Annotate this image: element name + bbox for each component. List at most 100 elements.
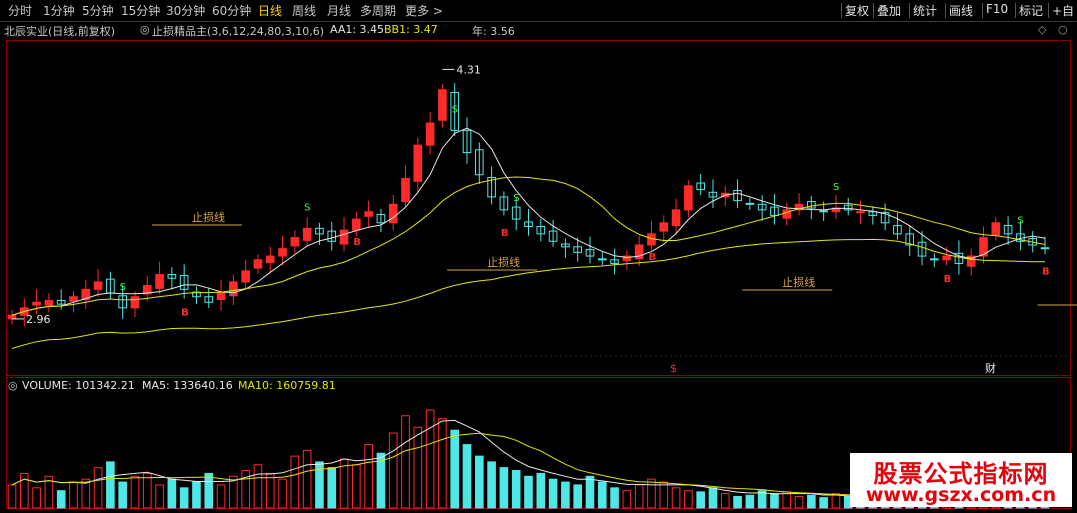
candle[interactable] — [364, 211, 373, 217]
candle[interactable] — [278, 248, 287, 257]
volume-bar[interactable] — [278, 478, 287, 509]
volume-bar[interactable] — [413, 426, 423, 509]
volume-bar[interactable] — [524, 475, 533, 509]
volume-bar[interactable] — [216, 484, 226, 509]
volume-bar[interactable] — [708, 487, 718, 509]
candle[interactable] — [69, 296, 78, 302]
candle[interactable] — [425, 122, 435, 146]
sell-signal: S — [120, 282, 126, 293]
candle[interactable] — [388, 203, 398, 224]
volume-bar[interactable] — [671, 487, 681, 509]
volume-bar[interactable] — [819, 497, 828, 509]
volume-bar[interactable] — [794, 495, 804, 509]
candle[interactable] — [819, 210, 828, 213]
volume-bar[interactable] — [142, 472, 152, 509]
volume-bar[interactable] — [622, 490, 632, 509]
volume-bar[interactable] — [204, 472, 214, 509]
volume-bar[interactable] — [32, 487, 41, 509]
candle[interactable] — [7, 314, 17, 320]
event-marker-dividend[interactable]: $ — [670, 362, 677, 375]
volume-bar[interactable] — [106, 461, 115, 509]
volume-bar[interactable] — [659, 481, 669, 509]
volume-bar[interactable] — [290, 455, 300, 509]
volume-bar[interactable] — [499, 467, 509, 509]
volume-bar[interactable] — [548, 478, 558, 509]
stock-chart-svg[interactable]: 4.312.96止损线止损线止损线止损线SSSSSSBBBBBB$财 — [0, 0, 1077, 513]
volume-bar[interactable] — [450, 429, 460, 509]
volume-bar[interactable] — [770, 493, 779, 509]
candle[interactable] — [671, 209, 681, 227]
volume-bar[interactable] — [684, 490, 693, 509]
volume-bar[interactable] — [807, 494, 816, 509]
volume-bar[interactable] — [647, 478, 656, 509]
volume-bar[interactable] — [130, 475, 140, 509]
candle[interactable] — [438, 89, 447, 121]
candle[interactable] — [32, 301, 41, 306]
volume-bar[interactable] — [536, 472, 546, 509]
candle[interactable] — [856, 211, 865, 214]
volume-bar[interactable] — [241, 470, 250, 509]
volume-bar[interactable] — [118, 481, 127, 509]
volume-bar[interactable] — [511, 470, 521, 509]
volume-bar[interactable] — [302, 449, 312, 509]
volume-bar[interactable] — [438, 418, 447, 509]
volume-bar[interactable] — [167, 478, 177, 509]
volume-bar[interactable] — [696, 491, 705, 509]
candle[interactable] — [352, 218, 361, 231]
candle[interactable] — [229, 281, 238, 297]
volume-bar[interactable] — [253, 464, 263, 509]
candle[interactable] — [597, 258, 607, 261]
volume-bar[interactable] — [19, 472, 29, 509]
candle[interactable] — [241, 270, 250, 283]
candle[interactable] — [942, 255, 951, 261]
candle[interactable] — [93, 281, 103, 290]
volume-bar[interactable] — [401, 415, 410, 509]
ma-long-line — [11, 176, 1046, 316]
candle[interactable] — [930, 258, 939, 261]
candle[interactable] — [745, 202, 755, 205]
volume-bar[interactable] — [327, 467, 337, 509]
volume-bar[interactable] — [597, 481, 607, 509]
volume-bar[interactable] — [733, 495, 742, 509]
candle[interactable] — [339, 229, 349, 245]
candle[interactable] — [216, 292, 226, 301]
volume-bar[interactable] — [7, 484, 17, 509]
volume-bar[interactable] — [745, 494, 755, 509]
volume-bar[interactable] — [93, 467, 103, 509]
candle[interactable] — [44, 299, 54, 306]
candle[interactable] — [1040, 247, 1050, 250]
candle[interactable] — [130, 296, 140, 309]
volume-bar[interactable] — [69, 481, 78, 509]
candle[interactable] — [290, 237, 300, 247]
volume-bar[interactable] — [573, 484, 583, 509]
volume-bar[interactable] — [585, 475, 595, 509]
volume-bar[interactable] — [388, 432, 398, 509]
volume-bar[interactable] — [425, 409, 435, 509]
candle[interactable] — [991, 222, 1001, 236]
volume-bar[interactable] — [155, 484, 164, 509]
volume-bar[interactable] — [831, 493, 841, 509]
volume-bar[interactable] — [364, 444, 373, 509]
volume-bar[interactable] — [265, 472, 275, 509]
candle[interactable] — [413, 144, 423, 182]
candle[interactable] — [302, 227, 312, 241]
volume-bar[interactable] — [720, 493, 730, 509]
volume-bar[interactable] — [352, 464, 361, 509]
candle[interactable] — [155, 274, 164, 289]
volume-bar[interactable] — [192, 481, 201, 509]
volume-bar[interactable] — [782, 491, 792, 509]
volume-bar[interactable] — [487, 461, 496, 509]
volume-bar[interactable] — [610, 487, 619, 509]
candle[interactable] — [659, 222, 669, 232]
candle[interactable] — [684, 185, 693, 211]
volume-bar[interactable] — [56, 490, 66, 509]
volume-bar[interactable] — [462, 444, 472, 509]
volume-bar[interactable] — [634, 484, 644, 509]
candle[interactable] — [401, 177, 410, 203]
volume-bar[interactable] — [474, 455, 484, 509]
volume-bar[interactable] — [179, 487, 189, 509]
event-marker-finance[interactable]: 财 — [985, 361, 996, 375]
candle[interactable] — [253, 259, 263, 269]
candle[interactable] — [265, 255, 275, 264]
volume-bar[interactable] — [561, 481, 570, 509]
